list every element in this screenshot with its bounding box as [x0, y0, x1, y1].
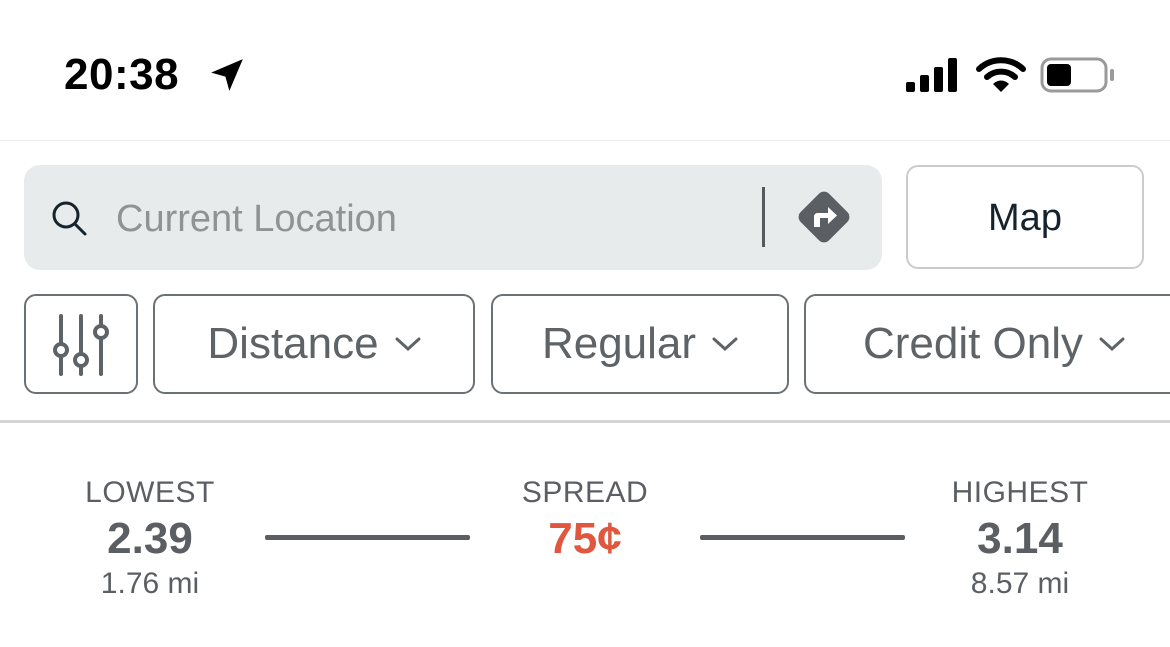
status-bar: 20:38	[0, 0, 1170, 140]
search-bar[interactable]	[24, 165, 882, 270]
fuel-grade-filter-chip[interactable]: Regular	[491, 294, 789, 394]
status-divider	[0, 140, 1170, 141]
sliders-icon	[53, 314, 109, 376]
map-button[interactable]: Map	[906, 165, 1144, 269]
lowest-label: LOWEST	[85, 476, 215, 509]
payment-filter-chip[interactable]: Credit Only	[804, 294, 1170, 394]
chevron-down-icon	[1099, 337, 1125, 352]
search-divider	[762, 187, 765, 247]
lowest-distance: 1.76 mi	[100, 567, 200, 600]
cellular-signal-icon	[906, 58, 957, 92]
location-arrow-icon	[211, 59, 243, 91]
search-input[interactable]	[114, 189, 738, 249]
distance-filter-chip[interactable]: Distance	[153, 294, 475, 394]
search-icon	[52, 201, 87, 236]
filter-settings-button[interactable]	[24, 294, 138, 394]
wifi-icon	[976, 57, 1026, 92]
battery-icon	[1040, 57, 1114, 93]
highest-distance: 8.57 mi	[970, 567, 1070, 600]
highest-label: HIGHEST	[951, 476, 1089, 509]
spread-line-left	[265, 535, 470, 540]
status-time: 20:38	[64, 50, 180, 99]
chevron-down-icon	[712, 337, 738, 352]
directions-icon[interactable]	[792, 185, 856, 249]
chip-label: Regular	[541, 319, 697, 368]
chip-label: Distance	[207, 319, 379, 368]
chevron-down-icon	[395, 337, 421, 352]
highest-price: 3.14	[977, 514, 1063, 563]
lowest-price: 2.39	[107, 514, 193, 563]
spread-line-right	[700, 535, 905, 540]
chip-label: Credit Only	[862, 319, 1084, 368]
spread-label: SPREAD	[521, 476, 649, 509]
filter-divider	[0, 420, 1170, 423]
spread-value: 75¢	[548, 514, 622, 563]
